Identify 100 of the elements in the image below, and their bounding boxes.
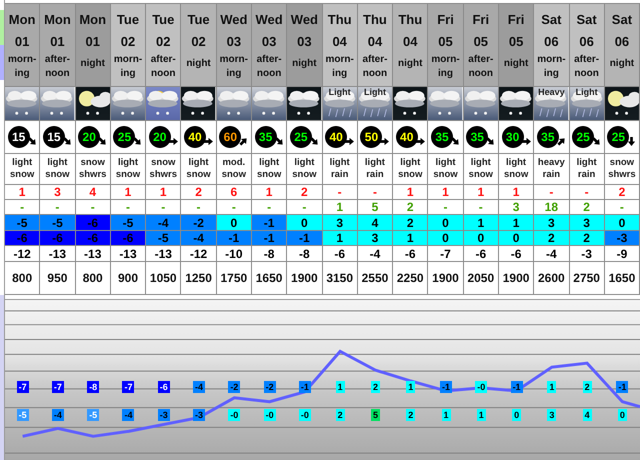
period-label: morn- ing [431, 53, 460, 81]
period-label: after- noon [468, 53, 494, 81]
temperature-cell: -1 [252, 215, 288, 231]
temperature-cell: 2 [393, 215, 428, 231]
wind-chill-value: -12 [13, 248, 31, 260]
period-label: morn- ing [114, 53, 142, 81]
temperature-tag: -7 [16, 381, 29, 393]
wind-speed-value: 40 [188, 131, 202, 143]
date-label: 03 [262, 33, 276, 51]
snowfall-value: 1 [406, 186, 414, 198]
temperature-cell: 4 [358, 215, 394, 231]
date-label: 02 [120, 33, 136, 51]
freezing-level-value: 2250 [396, 272, 424, 284]
temperature-tag: 1 [406, 381, 416, 393]
day-label: Tue [152, 11, 174, 29]
temperature-cell: -6 [76, 215, 111, 231]
wind-chill-value: -4 [546, 248, 557, 260]
temperature-cell: -6 [5, 231, 40, 246]
rainfall-value: 2 [583, 201, 590, 213]
weather-summary: light snow [256, 157, 282, 181]
day-label: Thu [398, 11, 422, 29]
date-label: 01 [50, 33, 65, 51]
wind-speed-value: 30 [506, 131, 520, 143]
temperature-tag: -4 [52, 409, 64, 421]
date-label: 04 [368, 33, 382, 51]
date-label: 01 [14, 33, 30, 51]
freezing-level-value: 3150 [326, 272, 354, 284]
day-label: Wed [256, 11, 283, 29]
day-label: Mon [79, 11, 106, 29]
snowfall-value: 3 [54, 186, 61, 198]
snowfall-value: 1 [477, 186, 484, 198]
snowfall-value: - [372, 186, 377, 198]
temperature-cell: 1 [464, 215, 499, 231]
wind-chill-value: -4 [370, 248, 380, 260]
wind-speed-value: 60 [224, 131, 237, 143]
snowfall-value: 4 [89, 186, 96, 198]
freezing-level-value: 800 [12, 272, 32, 284]
temperature-tag: -3 [158, 409, 170, 421]
temperature-tag: -0 [228, 409, 240, 421]
wind-chill-value: -6 [334, 248, 345, 260]
snowfall-value: - [338, 186, 342, 198]
weather-summary: light rain [576, 157, 598, 181]
temperature-cell: 1 [322, 231, 358, 246]
weather-label: Light [362, 87, 387, 98]
day-label: Mon [8, 11, 36, 29]
wind-speed-value: 40 [400, 131, 414, 143]
wind-chill-value: -13 [48, 248, 66, 260]
weather-summary: light snow [502, 157, 530, 181]
day-label: Wed [290, 11, 318, 29]
wind-chill-value: -8 [264, 248, 274, 260]
wind-speed-value: 25 [294, 131, 308, 143]
wind-chill-value: -10 [225, 248, 242, 260]
freezing-level-value: 950 [47, 272, 68, 284]
snowfall-value: 6 [230, 186, 238, 198]
day-label: Mon [44, 11, 71, 29]
date-label: 02 [191, 33, 206, 51]
rainfall-value: - [161, 201, 166, 213]
temperature-tag: -1 [440, 381, 452, 393]
weather-label: Light [574, 87, 599, 98]
temperature-cell: -2 [181, 215, 217, 231]
weather-summary: light snow [185, 157, 212, 181]
period-label: morn- ing [8, 53, 36, 81]
period-label: night [292, 57, 317, 71]
period-label: night [610, 57, 634, 71]
rainfall-value: 1 [336, 201, 344, 213]
temperature-cell: 3 [358, 231, 394, 246]
temperature-tag: -1 [616, 381, 628, 393]
day-label: Fri [472, 11, 490, 29]
rainfall-value: - [302, 201, 306, 213]
wind-chill-value: -3 [581, 248, 592, 260]
day-label: Sat [576, 11, 597, 29]
day-label: Fri [437, 11, 454, 29]
freezing-level-value: 900 [118, 272, 138, 284]
date-label: 03 [226, 33, 242, 51]
weather-summary: mod. snow [220, 157, 247, 181]
freezing-level-value: 1900 [502, 272, 530, 284]
snowfall-value: 1 [442, 186, 449, 198]
weather-summary: light rain [328, 157, 351, 181]
weather-summary: snow shwrs [148, 157, 178, 181]
temperature-cell: 3 [322, 215, 358, 231]
temperature-cell: -4 [181, 231, 217, 246]
temperature-tag: -7 [122, 381, 134, 393]
freezing-level-value: 1650 [608, 272, 636, 284]
temperature-tag: 3 [547, 409, 556, 421]
temperature-cell: 0 [604, 215, 640, 231]
rainfall-value: - [90, 201, 95, 213]
rainfall-value: 18 [544, 201, 558, 213]
date-label: 05 [438, 33, 453, 51]
rainfall-value: - [444, 201, 448, 213]
temperature-cell: -6 [110, 231, 146, 246]
weather-label: Light [328, 87, 352, 98]
period-label: night [80, 57, 105, 71]
period-label: morn- ing [220, 53, 248, 81]
temperature-cell: 1 [393, 231, 428, 246]
wind-speed-value: 35 [541, 131, 555, 143]
period-label: morn- ing [537, 53, 566, 81]
weather-summary: light snow [9, 157, 36, 181]
date-label: 03 [297, 33, 312, 51]
day-label: Tue [187, 11, 210, 29]
period-label: after- noon [256, 53, 282, 81]
